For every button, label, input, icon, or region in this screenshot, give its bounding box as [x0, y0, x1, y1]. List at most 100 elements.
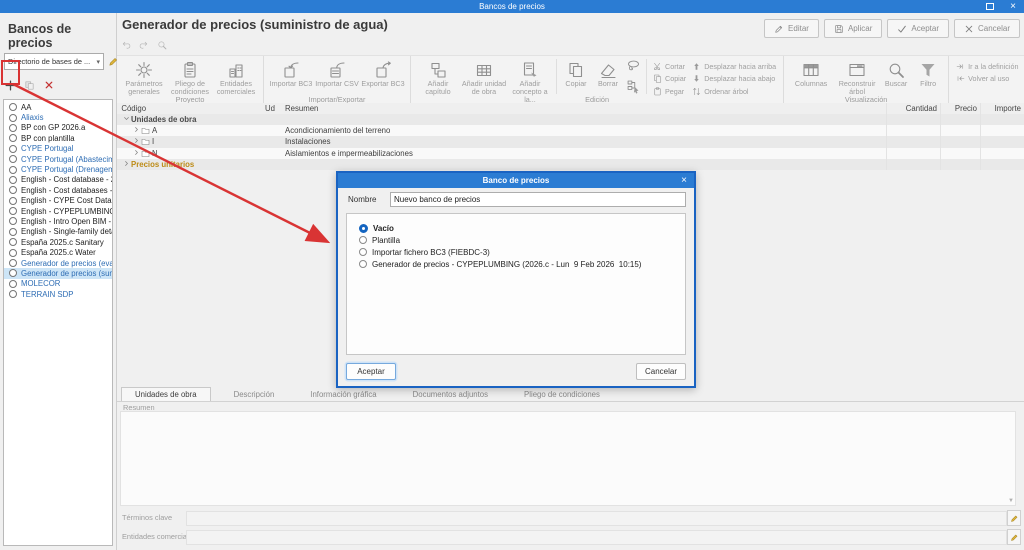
- ribbon-small-button[interactable]: Volver al uso: [956, 74, 1018, 84]
- redo-button[interactable]: [139, 37, 149, 55]
- cell-cantidad[interactable]: [886, 158, 940, 170]
- tree-row[interactable]: N Aislamientos e impermeabilizaciones: [117, 147, 1024, 159]
- aplicar-button[interactable]: Aplicar: [823, 19, 883, 38]
- tab-pliego-de-condiciones[interactable]: Pliego de condiciones: [511, 388, 613, 401]
- entidades-input[interactable]: [186, 530, 1007, 545]
- ribbon-small-button[interactable]: Ir a la definición: [956, 61, 1018, 71]
- radio-icon[interactable]: [9, 175, 17, 184]
- price-bank-item[interactable]: MOLECOR: [4, 279, 112, 289]
- column-header-importe[interactable]: Importe: [980, 103, 1024, 114]
- tree-row[interactable]: A Acondicionamiento del terreno: [117, 125, 1024, 137]
- column-header-precio[interactable]: Precio: [940, 103, 980, 114]
- price-bank-item[interactable]: CYPE Portugal (Drenagem): [4, 164, 112, 174]
- radio-icon[interactable]: [9, 113, 17, 122]
- radio-icon[interactable]: [9, 227, 17, 236]
- radio-icon[interactable]: [359, 236, 367, 244]
- dialog-close-icon[interactable]: ×: [681, 173, 687, 188]
- cell-importe[interactable]: [980, 136, 1024, 148]
- radio-icon[interactable]: [9, 123, 17, 132]
- column-header-resumen[interactable]: Resumen: [285, 104, 886, 113]
- radio-icon[interactable]: [9, 238, 17, 247]
- duplicate-bank-button[interactable]: [22, 76, 37, 94]
- cell-importe[interactable]: [980, 147, 1024, 159]
- price-bank-item[interactable]: Generador de precios (sumi...: [4, 268, 112, 279]
- dialog-accept-button[interactable]: Aceptar: [346, 363, 396, 380]
- cell-cantidad[interactable]: [886, 125, 940, 137]
- ribbon-button[interactable]: Parámetros generales: [121, 59, 167, 96]
- directory-select[interactable]: Directorio de bases de ... ▾: [4, 53, 104, 70]
- tab-descripción[interactable]: Descripción: [221, 388, 288, 401]
- ribbon-small-button[interactable]: Copiar: [653, 74, 686, 84]
- tab-documentos-adjuntos[interactable]: Documentos adjuntos: [400, 388, 501, 401]
- radio-icon[interactable]: [9, 165, 17, 174]
- radio-icon[interactable]: [359, 260, 367, 268]
- price-bank-item[interactable]: BP con GP 2026.a: [4, 123, 112, 133]
- radio-icon[interactable]: [9, 290, 17, 299]
- dialog-option[interactable]: Generador de precios - CYPEPLUMBING (202…: [359, 258, 685, 270]
- radio-icon[interactable]: [9, 186, 17, 195]
- radio-icon[interactable]: [9, 144, 17, 153]
- radio-icon[interactable]: [359, 223, 368, 233]
- radio-icon[interactable]: [9, 155, 17, 164]
- dialog-cancel-button[interactable]: Cancelar: [636, 363, 686, 380]
- ribbon-button[interactable]: Copiar: [560, 59, 592, 88]
- delete-bank-button[interactable]: [41, 76, 56, 94]
- price-bank-item[interactable]: Generador de precios (evac...: [4, 258, 112, 268]
- radio-icon[interactable]: [9, 259, 17, 268]
- tree-row[interactable]: I Instalaciones: [117, 136, 1024, 148]
- ribbon-button[interactable]: Añadir capítulo: [415, 59, 461, 96]
- ribbon-button[interactable]: Importar CSV: [314, 59, 360, 88]
- cell-cantidad[interactable]: [886, 147, 940, 159]
- radio-icon[interactable]: [359, 248, 367, 256]
- search-button[interactable]: [157, 37, 167, 55]
- cancelar-button[interactable]: Cancelar: [953, 19, 1020, 38]
- cell-precio[interactable]: [940, 125, 980, 137]
- radio-icon[interactable]: [9, 217, 17, 226]
- radio-icon[interactable]: [9, 103, 17, 112]
- ribbon-button[interactable]: Importar BC3: [268, 59, 314, 88]
- column-header-ud[interactable]: Ud: [265, 104, 285, 113]
- radio-icon[interactable]: [9, 207, 17, 216]
- price-bank-item[interactable]: AA: [4, 102, 112, 112]
- ribbon-small-button[interactable]: Desplazar hacia abajo: [692, 74, 776, 84]
- ribbon-button[interactable]: Buscar: [880, 59, 912, 88]
- ribbon-tool-lasso[interactable]: [626, 59, 641, 79]
- undo-button[interactable]: [121, 37, 131, 55]
- ribbon-small-button[interactable]: Cortar: [653, 61, 686, 71]
- cell-importe[interactable]: [980, 125, 1024, 137]
- editar-button[interactable]: Editar: [764, 19, 819, 38]
- cell-precio[interactable]: [940, 136, 980, 148]
- price-bank-item[interactable]: English - Cost databases - 1: [4, 185, 112, 195]
- tree-row[interactable]: Precios unitarios: [117, 158, 1024, 170]
- restore-window-icon[interactable]: [986, 3, 995, 10]
- tree-row[interactable]: Unidades de obra: [117, 114, 1024, 126]
- price-bank-item[interactable]: BP con plantilla: [4, 133, 112, 143]
- price-bank-item[interactable]: Aliaxis: [4, 112, 112, 122]
- tab-unidades-de-obra[interactable]: Unidades de obra: [121, 387, 211, 401]
- price-bank-item[interactable]: España 2025.c Sanitary: [4, 237, 112, 247]
- column-header-cantidad[interactable]: Cantidad: [886, 103, 940, 114]
- radio-icon[interactable]: [9, 196, 17, 205]
- nombre-input[interactable]: [390, 192, 686, 207]
- chevron-right-icon[interactable]: [131, 137, 141, 146]
- price-bank-item[interactable]: España 2025.c Water: [4, 247, 112, 257]
- close-window-icon[interactable]: ×: [1010, 0, 1016, 13]
- dialog-option[interactable]: Importar fichero BC3 (FIEBDC-3): [359, 246, 685, 258]
- cell-importe[interactable]: [980, 158, 1024, 170]
- aceptar-button[interactable]: Aceptar: [887, 19, 949, 38]
- terminos-input[interactable]: [186, 511, 1007, 526]
- price-bank-item[interactable]: English - CYPE Cost Databa...: [4, 196, 112, 206]
- edit-entidades-icon[interactable]: [1007, 529, 1021, 545]
- cell-precio[interactable]: [940, 114, 980, 126]
- price-bank-item[interactable]: CYPE Portugal (Abastecime...: [4, 154, 112, 164]
- chevron-right-icon[interactable]: [131, 126, 141, 135]
- ribbon-button[interactable]: Filtro: [912, 59, 944, 88]
- edit-terminos-icon[interactable]: [1007, 510, 1021, 526]
- column-header-codigo[interactable]: Código: [117, 104, 265, 113]
- chevron-right-icon[interactable]: [131, 149, 141, 158]
- cell-cantidad[interactable]: [886, 136, 940, 148]
- ribbon-button[interactable]: Borrar: [592, 59, 624, 88]
- ribbon-button[interactable]: Columnas: [788, 59, 834, 88]
- ribbon-button[interactable]: Pliego de condiciones: [167, 59, 213, 96]
- ribbon-button[interactable]: Reconstruir árbol: [834, 59, 880, 96]
